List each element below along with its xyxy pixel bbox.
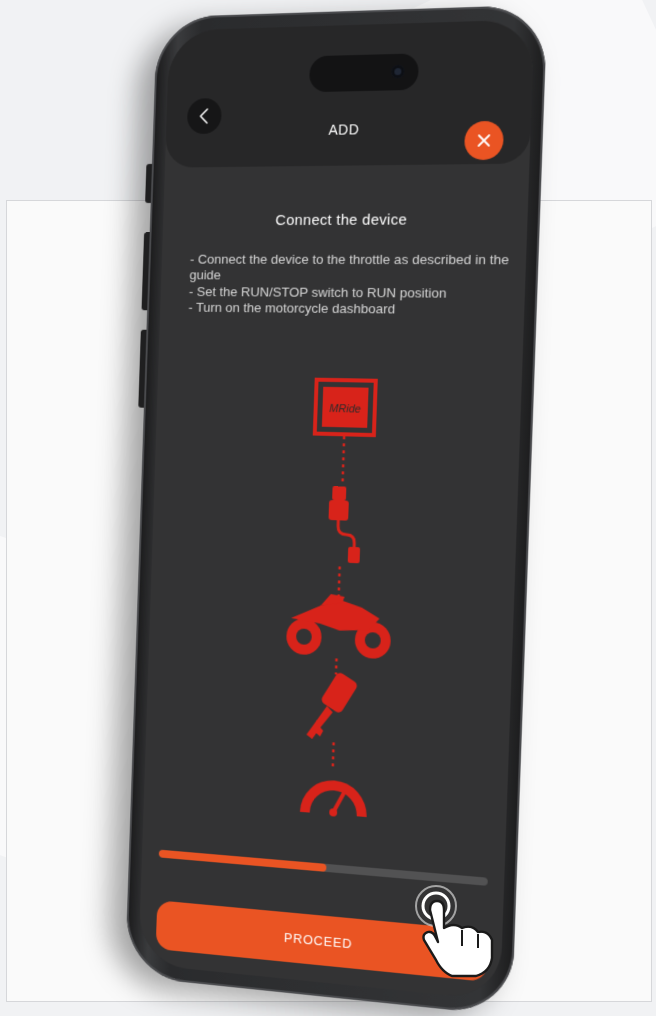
phone-side-button	[145, 163, 153, 204]
device-label: MRide	[329, 403, 361, 416]
dashboard-gauge-icon	[299, 778, 368, 819]
close-icon	[475, 132, 492, 149]
dynamic-island	[308, 53, 420, 93]
close-button[interactable]	[463, 120, 505, 161]
usb-cable-icon	[328, 485, 362, 564]
phone-frame: ADD Connect the device - Connect the dev…	[124, 4, 548, 1016]
instructions-list: - Connect the device to the throttle as …	[188, 252, 512, 320]
section-heading: Connect the device	[275, 211, 408, 229]
phone-side-button	[141, 232, 150, 311]
instruction-item: - Connect the device to the throttle as …	[189, 251, 510, 283]
connector-line	[331, 741, 335, 769]
motorcycle-icon	[285, 594, 392, 660]
connector-line	[337, 565, 341, 598]
connector-line	[340, 435, 345, 484]
app-screen: ADD Connect the device - Connect the dev…	[138, 19, 535, 1001]
mride-device-icon: MRide	[315, 380, 376, 435]
connection-diagram: MRide	[285, 375, 392, 831]
camera-icon	[391, 64, 405, 79]
connector-line	[334, 657, 338, 674]
progress-bar	[158, 849, 488, 886]
instruction-item: - Turn on the motorcycle dashboard	[188, 300, 396, 317]
phone-side-button	[138, 329, 147, 408]
chevron-left-icon	[197, 107, 211, 125]
tap-hand-icon	[415, 885, 494, 978]
proceed-button-label: PROCEED	[283, 929, 353, 951]
ignition-key-icon	[306, 671, 359, 741]
header-bar: ADD	[164, 19, 535, 168]
progress-bar-fill	[158, 849, 327, 872]
